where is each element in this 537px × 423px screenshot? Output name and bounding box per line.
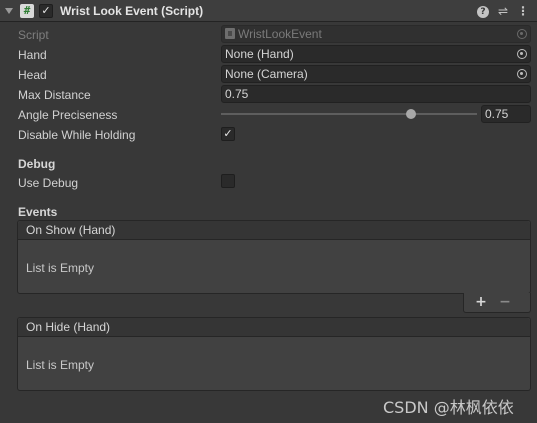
- on-show-list-footer: + −: [463, 293, 531, 313]
- max-distance-input[interactable]: 0.75: [221, 85, 531, 103]
- head-field[interactable]: None (Camera): [221, 65, 531, 83]
- script-icon: #: [20, 4, 34, 18]
- angle-preciseness-label: Angle Preciseness: [18, 108, 118, 122]
- use-debug-label: Use Debug: [18, 176, 79, 190]
- angle-preciseness-input[interactable]: 0.75: [481, 105, 531, 123]
- component-title: Wrist Look Event (Script): [60, 4, 204, 18]
- hand-label: Hand: [18, 48, 47, 62]
- max-distance-label: Max Distance: [18, 88, 91, 102]
- use-debug-checkbox[interactable]: [221, 174, 235, 188]
- on-hide-event-list: On Hide (Hand) List is Empty: [17, 317, 531, 391]
- head-label: Head: [18, 68, 47, 82]
- component-enabled-checkbox[interactable]: ✓: [39, 4, 53, 18]
- on-hide-empty-text: List is Empty: [26, 358, 95, 372]
- component-header[interactable]: # ✓ Wrist Look Event (Script) ? ⇌ ⋮: [0, 0, 537, 22]
- menu-icon[interactable]: ⋮: [516, 3, 530, 19]
- help-icon[interactable]: ?: [476, 3, 490, 19]
- remove-icon[interactable]: −: [497, 294, 513, 310]
- events-heading: Events: [18, 205, 58, 219]
- on-show-event-list: On Show (Hand) List is Empty: [17, 220, 531, 294]
- debug-heading: Debug: [18, 157, 56, 171]
- script-field-value: WristLookEvent: [238, 27, 322, 41]
- script-field: WristLookEvent: [221, 25, 531, 43]
- head-field-value: None (Camera): [225, 67, 308, 81]
- add-icon[interactable]: +: [473, 294, 489, 310]
- script-asset-icon: [225, 28, 235, 39]
- angle-preciseness-slider-track[interactable]: [221, 113, 477, 115]
- on-show-event-title: On Show (Hand): [18, 221, 530, 240]
- hand-object-picker-icon[interactable]: [517, 49, 527, 59]
- csdn-watermark: CSDN @林枫依依: [383, 398, 514, 417]
- script-label: Script: [18, 28, 49, 42]
- foldout-arrow-icon[interactable]: [5, 8, 13, 14]
- on-hide-event-title: On Hide (Hand): [18, 318, 530, 337]
- disable-while-holding-checkbox[interactable]: ✓: [221, 127, 235, 141]
- angle-preciseness-slider-thumb[interactable]: [405, 109, 416, 119]
- hand-field-value: None (Hand): [225, 47, 294, 61]
- disable-while-holding-label: Disable While Holding: [18, 128, 136, 142]
- object-picker-icon: [517, 29, 527, 39]
- head-object-picker-icon[interactable]: [517, 69, 527, 79]
- on-show-empty-text: List is Empty: [26, 261, 95, 275]
- presets-icon[interactable]: ⇌: [496, 3, 510, 19]
- hand-field[interactable]: None (Hand): [221, 45, 531, 63]
